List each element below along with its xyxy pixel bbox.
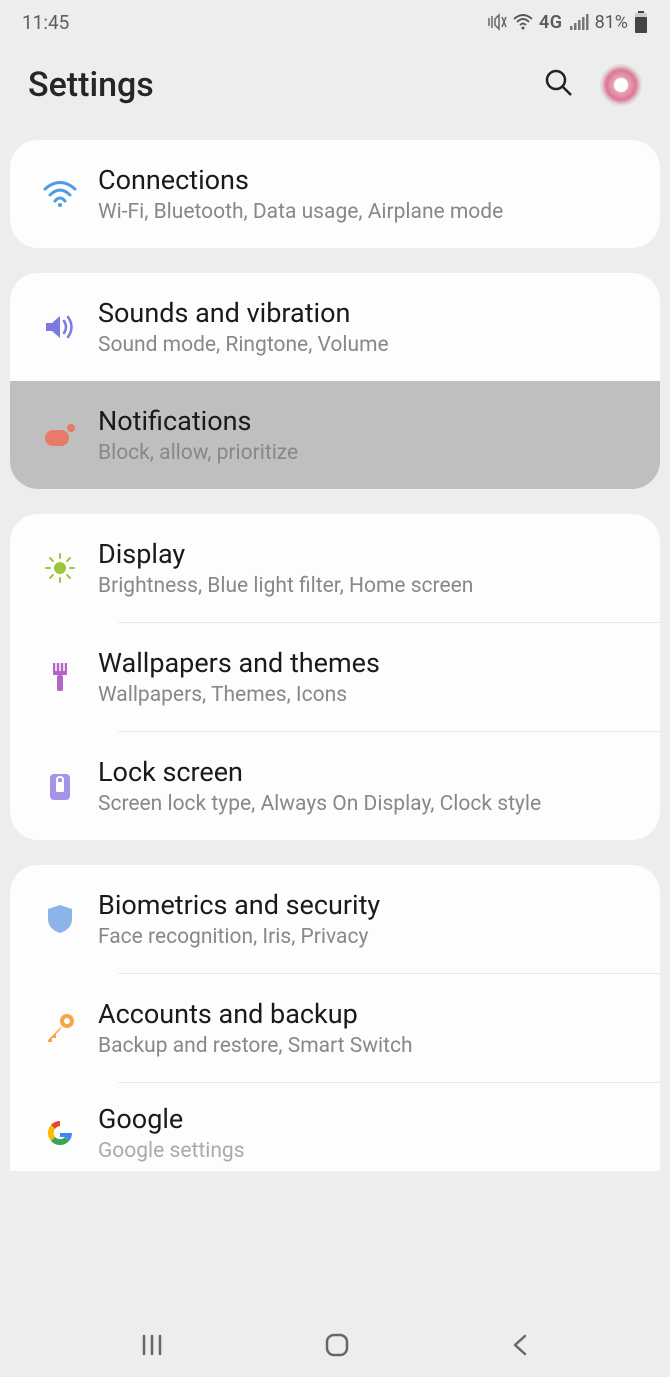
item-title: Google — [98, 1103, 640, 1135]
profile-avatar[interactable] — [600, 64, 642, 106]
navigation-bar — [0, 1317, 670, 1377]
status-bar: 11:45 4G 81% — [0, 0, 670, 40]
brightness-icon — [30, 552, 90, 584]
display-item[interactable]: Display Brightness, Blue light filter, H… — [10, 514, 660, 622]
speaker-icon — [30, 313, 90, 341]
settings-group: Connections Wi-Fi, Bluetooth, Data usage… — [10, 140, 660, 248]
item-title: Lock screen — [98, 756, 640, 788]
google-icon — [30, 1118, 90, 1148]
notifications-item[interactable]: Notifications Block, allow, prioritize — [10, 381, 660, 489]
item-subtitle: Block, allow, prioritize — [98, 441, 640, 465]
recents-button[interactable] — [119, 1322, 185, 1372]
google-item[interactable]: Google Google settings — [10, 1083, 660, 1171]
item-title: Notifications — [98, 405, 640, 437]
connections-item[interactable]: Connections Wi-Fi, Bluetooth, Data usage… — [10, 140, 660, 248]
item-title: Connections — [98, 164, 640, 196]
lockscreen-item[interactable]: Lock screen Screen lock type, Always On … — [10, 732, 660, 840]
item-subtitle: Face recognition, Iris, Privacy — [98, 925, 640, 949]
home-icon — [323, 1331, 351, 1359]
notification-icon — [30, 422, 90, 448]
item-title: Wallpapers and themes — [98, 647, 640, 679]
sounds-item[interactable]: Sounds and vibration Sound mode, Rington… — [10, 273, 660, 381]
mute-vibrate-icon — [487, 13, 507, 31]
battery-percent: 81% — [595, 12, 628, 33]
status-time: 11:45 — [22, 11, 69, 34]
settings-group: Biometrics and security Face recognition… — [10, 865, 660, 1171]
home-button[interactable] — [303, 1321, 371, 1373]
item-subtitle: Wi-Fi, Bluetooth, Data usage, Airplane m… — [98, 200, 640, 224]
wifi-icon — [30, 181, 90, 207]
settings-list: Connections Wi-Fi, Bluetooth, Data usage… — [0, 140, 670, 1171]
wallpapers-item[interactable]: Wallpapers and themes Wallpapers, Themes… — [10, 623, 660, 731]
biometrics-item[interactable]: Biometrics and security Face recognition… — [10, 865, 660, 973]
item-title: Accounts and backup — [98, 998, 640, 1030]
item-subtitle: Sound mode, Ringtone, Volume — [98, 333, 640, 357]
item-title: Sounds and vibration — [98, 297, 640, 329]
brush-icon — [30, 661, 90, 693]
status-icons: 4G 81% — [487, 11, 648, 33]
item-subtitle: Brightness, Blue light filter, Home scre… — [98, 574, 640, 598]
search-icon — [544, 68, 574, 98]
accounts-item[interactable]: Accounts and backup Backup and restore, … — [10, 974, 660, 1082]
signal-icon — [569, 14, 589, 30]
key-icon — [30, 1012, 90, 1044]
back-button[interactable] — [489, 1322, 551, 1372]
item-subtitle: Screen lock type, Always On Display, Clo… — [98, 792, 640, 816]
page-title: Settings — [28, 65, 536, 105]
item-title: Display — [98, 538, 640, 570]
lock-icon — [30, 770, 90, 802]
recents-icon — [139, 1332, 165, 1358]
back-icon — [509, 1332, 531, 1358]
wifi-icon — [513, 14, 533, 30]
app-header: Settings — [0, 40, 670, 140]
settings-group: Display Brightness, Blue light filter, H… — [10, 514, 660, 840]
network-type-label: 4G — [539, 12, 563, 33]
search-button[interactable] — [536, 60, 582, 110]
shield-icon — [30, 903, 90, 935]
item-subtitle: Google settings — [98, 1139, 640, 1163]
battery-icon — [634, 11, 648, 33]
settings-group: Sounds and vibration Sound mode, Rington… — [10, 273, 660, 489]
item-title: Biometrics and security — [98, 889, 640, 921]
item-subtitle: Backup and restore, Smart Switch — [98, 1034, 640, 1058]
item-subtitle: Wallpapers, Themes, Icons — [98, 683, 640, 707]
